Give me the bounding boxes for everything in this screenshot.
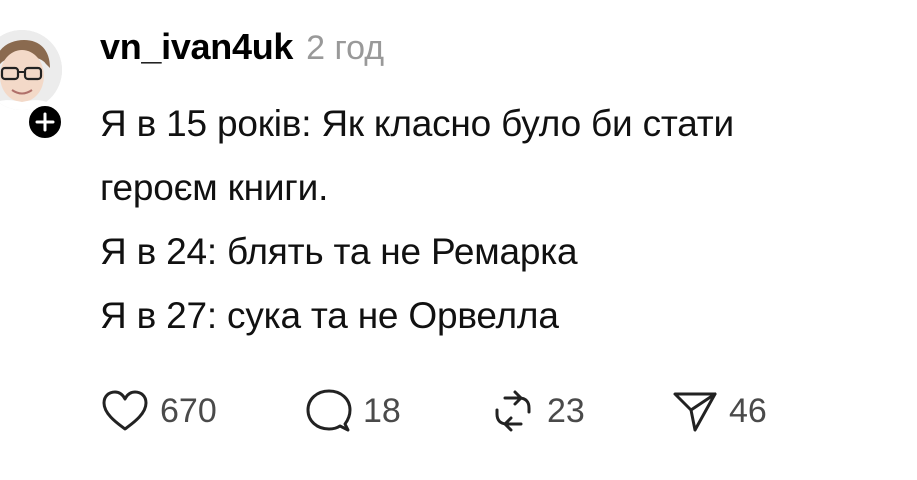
repost-button[interactable]: 23: [489, 388, 671, 434]
post-text-line: Я в 27: сука та не Орвелла: [100, 295, 559, 336]
post-actions: 670 18 23 46: [100, 386, 791, 436]
share-count: 46: [729, 391, 767, 430]
heart-icon: [102, 390, 148, 431]
user-photo-avatar-icon: [0, 30, 62, 110]
follow-button[interactable]: [25, 102, 65, 142]
author-avatar-container[interactable]: [0, 30, 65, 142]
thread-post: vn_ivan4uk 2 год Я в 15 років: Як класно…: [0, 0, 917, 480]
post-timestamp: 2 год: [306, 29, 385, 67]
comment-bubble-icon: [306, 389, 352, 432]
post-text-line: Я в 15 років: Як класно було би стати: [100, 103, 734, 144]
plus-icon: [35, 112, 55, 132]
share-button[interactable]: 46: [671, 388, 791, 434]
post-body: Я в 15 років: Як класно було би стати ге…: [100, 92, 910, 348]
avatar[interactable]: [0, 30, 62, 110]
reply-count: 18: [363, 391, 401, 430]
repost-count: 23: [547, 391, 585, 430]
send-icon: [673, 392, 717, 432]
post-text-line: героєм книги.: [100, 167, 329, 208]
like-count: 670: [160, 391, 217, 430]
repost-icon: [495, 390, 531, 432]
author-username[interactable]: vn_ivan4uk: [100, 26, 293, 68]
post-header: vn_ivan4uk 2 год: [100, 26, 384, 74]
post-text-line: Я в 24: блять та не Ремарка: [100, 231, 578, 272]
reply-button[interactable]: 18: [305, 388, 489, 434]
like-button[interactable]: 670: [100, 389, 305, 433]
